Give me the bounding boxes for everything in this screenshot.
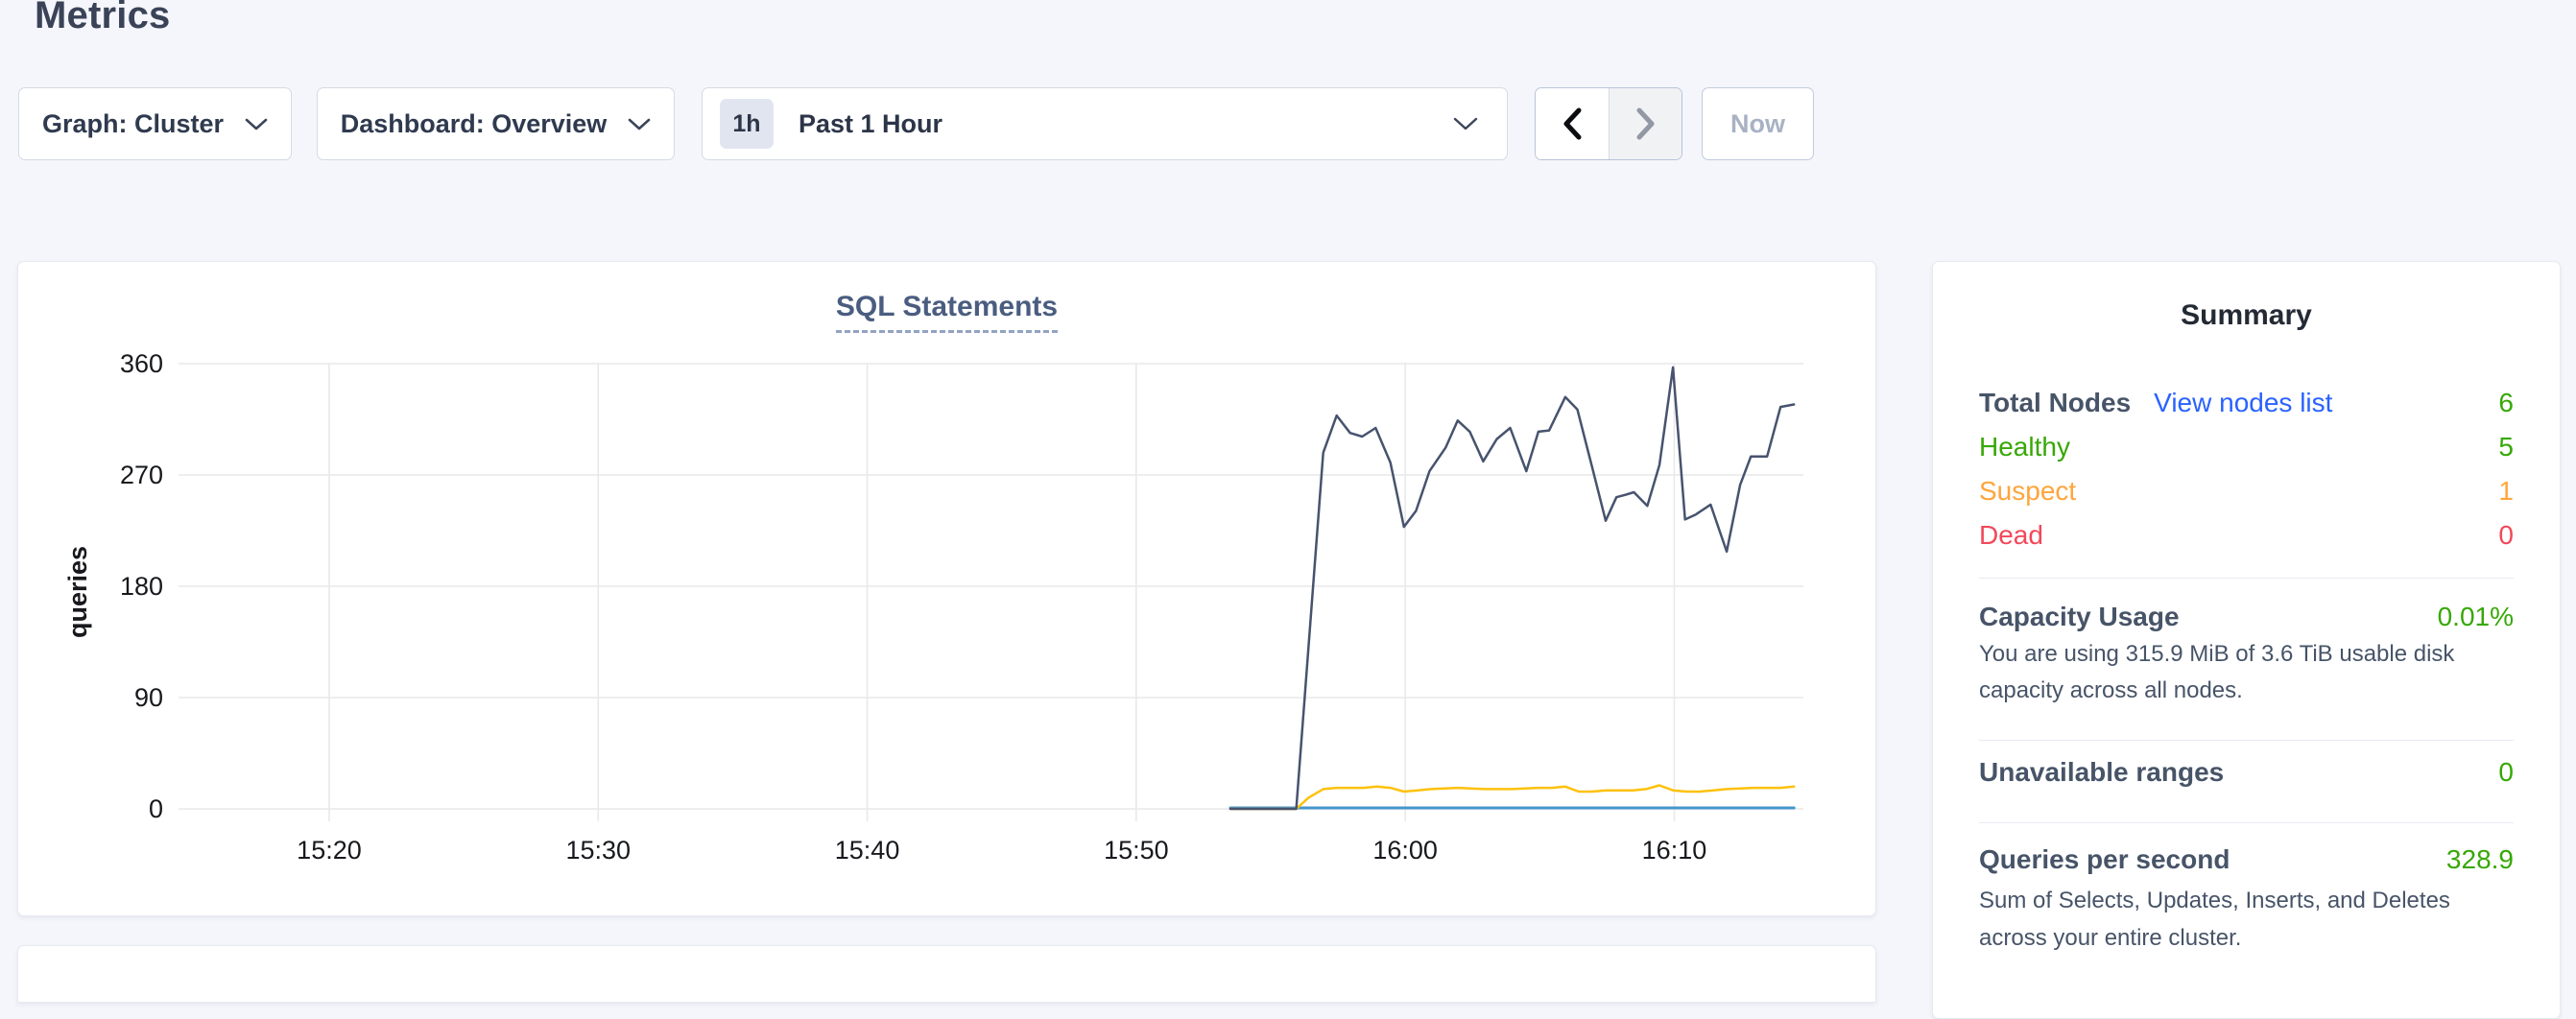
x-tick-label: 15:40 (835, 836, 900, 865)
unavailable-ranges-value: 0 (2498, 753, 2514, 792)
next-time-button[interactable] (1609, 88, 1682, 159)
capacity-usage-value: 0.01% (2438, 598, 2514, 636)
x-tick-label: 15:20 (297, 836, 362, 865)
sql-statements-chart[interactable]: 0 90 180 270 360 15:20 15:30 15:40 15:50 16:00 16:… (18, 262, 1875, 915)
dashboard-dropdown-label: Dashboard: Overview (341, 109, 608, 139)
metrics-page: Metrics Graph: Cluster Dashboard: Overvi… (0, 0, 2576, 950)
y-tick-label: 0 (149, 794, 163, 823)
summary-panel: Summary Total Nodes View nodes list 6 He… (1932, 261, 2561, 1019)
x-tick-label: 16:10 (1642, 836, 1707, 865)
prev-time-button[interactable] (1536, 88, 1609, 159)
dashboard-dropdown[interactable]: Dashboard: Overview (317, 87, 675, 160)
y-axis-label: queries (63, 546, 92, 638)
chevron-right-icon (1634, 107, 1658, 141)
total-nodes-label: Total Nodes (1979, 381, 2131, 425)
divider (1979, 740, 2514, 741)
x-tick-label: 16:00 (1372, 836, 1438, 865)
chevron-left-icon (1560, 107, 1585, 141)
time-range-label: Past 1 Hour (799, 109, 942, 139)
graph-dropdown[interactable]: Graph: Cluster (18, 87, 292, 160)
summary-title: Summary (1979, 298, 2514, 333)
queries-per-second-value: 328.9 (2446, 841, 2514, 879)
x-tick-label: 15:50 (1104, 836, 1169, 865)
queries-per-second-label: Queries per second (1979, 841, 2230, 879)
suspect-value: 1 (2498, 469, 2514, 513)
chevron-down-icon (245, 118, 268, 130)
series-low-rate (1230, 786, 1794, 810)
time-range-dropdown[interactable]: 1h Past 1 Hour (702, 87, 1508, 160)
graph-dropdown-label: Graph: Cluster (42, 109, 224, 139)
view-nodes-link[interactable]: View nodes list (2154, 381, 2332, 425)
capacity-usage-description: You are using 315.9 MiB of 3.6 TiB usabl… (1979, 636, 2514, 709)
y-tick-label: 90 (134, 683, 163, 712)
suspect-label: Suspect (1979, 469, 2076, 513)
y-tick-label: 270 (120, 461, 163, 489)
y-tick-label: 360 (120, 349, 163, 378)
chevron-down-icon (628, 118, 651, 130)
toolbar: Graph: Cluster Dashboard: Overview 1h Pa… (0, 87, 2576, 160)
time-step-button-group (1535, 87, 1682, 160)
node-status-list: Total Nodes View nodes list 6 Healthy 5 … (1979, 381, 2514, 557)
dead-value: 0 (2498, 513, 2514, 557)
divider (1979, 822, 2514, 823)
divider (1979, 578, 2514, 579)
series-high-rate (1230, 367, 1794, 809)
now-button[interactable]: Now (1702, 87, 1814, 160)
dead-label: Dead (1979, 513, 2043, 557)
suspect-nodes-row: Suspect 1 (1979, 469, 2514, 513)
time-range-badge: 1h (720, 99, 774, 149)
capacity-usage-label: Capacity Usage (1979, 598, 2180, 636)
chevron-down-icon (1453, 117, 1478, 130)
next-chart-card (17, 945, 1876, 1003)
page-title: Metrics (35, 0, 170, 37)
capacity-usage-row: Capacity Usage 0.01% (1979, 598, 2514, 636)
unavailable-ranges-row: Unavailable ranges 0 (1979, 753, 2514, 792)
y-tick-label: 180 (120, 572, 163, 601)
total-nodes-value: 6 (2498, 381, 2514, 425)
total-nodes-row: Total Nodes View nodes list 6 (1979, 381, 2514, 425)
healthy-nodes-row: Healthy 5 (1979, 425, 2514, 469)
healthy-label: Healthy (1979, 425, 2070, 469)
unavailable-ranges-label: Unavailable ranges (1979, 753, 2224, 792)
queries-per-second-description: Sum of Selects, Updates, Inserts, and De… (1979, 882, 2514, 957)
x-tick-label: 15:30 (565, 836, 631, 865)
sql-statements-chart-card: SQL Statements 09018027036015:2015:3015:… (17, 261, 1876, 916)
queries-per-second-row: Queries per second 328.9 (1979, 841, 2514, 879)
dead-nodes-row: Dead 0 (1979, 513, 2514, 557)
healthy-value: 5 (2498, 425, 2514, 469)
